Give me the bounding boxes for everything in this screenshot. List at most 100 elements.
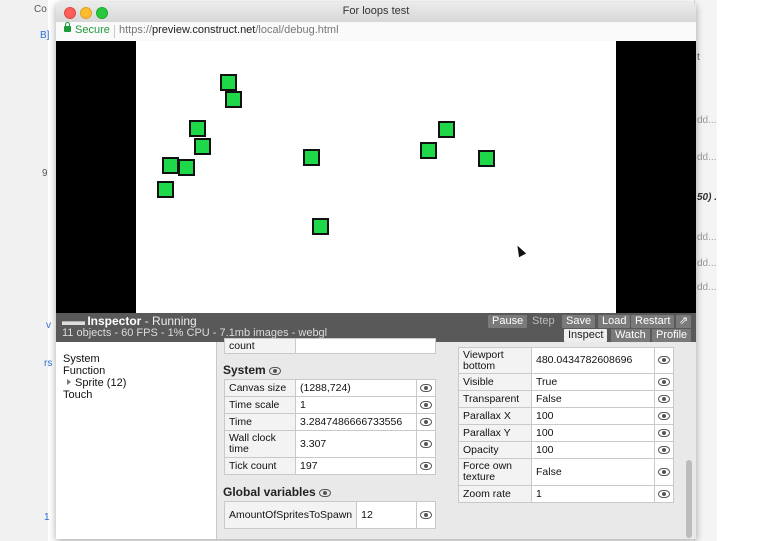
mouse-cursor-icon [513,243,527,258]
sprite [438,121,455,138]
preview-window: For loops test Secure https://preview.co… [56,2,696,539]
tab-watch[interactable]: Watch [611,329,650,342]
eye-icon[interactable] [269,366,282,375]
tree-item-sprite[interactable]: Sprite (12) [67,377,126,389]
bg-fragment: dd... [697,282,717,293]
bg-fragment: rs [44,358,53,369]
save-button[interactable]: Save [562,315,596,328]
background-left-panel: Co B] 9 v rs 1 [0,0,52,541]
property-value[interactable]: 100 [531,407,655,425]
global-variables-label: Global variables [223,485,316,499]
property-label: Viewport bottom [458,347,532,374]
property-value: (1288,724) [295,379,417,397]
property-value[interactable]: 1 [531,485,655,503]
property-value [295,338,436,354]
inspector-body: System Function Sprite (12) Touch count … [56,338,696,539]
bg-fragment: 50) . [697,192,718,203]
eye-icon[interactable] [658,428,670,437]
eye-icon[interactable] [319,488,332,497]
property-value: 3.307 [295,430,417,458]
sprite [157,181,174,198]
system-section-label: System [223,363,266,377]
drag-handle-icon[interactable]: ▬▬ [62,314,85,328]
property-label: AmountOfSpritesToSpawn [223,501,358,529]
expand-arrow-icon[interactable] [67,379,71,385]
property-label: Wall clock time [224,430,296,458]
eye-icon[interactable] [420,461,432,470]
eye-icon[interactable] [420,383,432,392]
property-value[interactable]: 100 [531,441,655,459]
sprite [162,157,179,174]
secure-label: Secure [75,24,110,36]
property-label: Zoom rate [458,485,532,503]
tab-inspect[interactable]: Inspect [564,329,608,342]
sprite [312,218,329,235]
game-stage[interactable] [136,41,616,313]
property-label: Parallax X [458,407,532,425]
url-text[interactable]: https://preview.construct.net/local/debu… [119,24,339,36]
load-button[interactable]: Load [598,315,631,328]
tree-item-function[interactable]: Function [63,365,105,377]
property-label: Time [224,413,296,431]
property-label: Tick count [224,457,296,475]
sprite [189,120,206,137]
pause-button[interactable]: Pause [488,315,528,328]
system-property-table: Canvas size (1288,724) Time scale 1 Time 3.… [224,379,436,475]
bg-fragment: dd... [697,152,717,163]
sprite [420,142,437,159]
inspector-scrollbar[interactable] [686,460,692,538]
eye-icon[interactable] [658,377,670,386]
sprite [225,91,242,108]
property-value[interactable]: 1 [295,396,417,414]
property-label: Visible [458,373,532,391]
eye-icon[interactable] [420,417,432,426]
bg-fragment: B] [40,30,50,41]
bg-fragment: t [697,52,700,63]
property-label: count [224,338,296,354]
url-path: /local/debug.html [255,24,339,36]
eye-icon[interactable] [658,489,670,498]
eye-icon[interactable] [658,445,670,454]
property-label: Canvas size [224,379,296,397]
url-scheme: https:// [119,24,153,36]
window-title: For loops test [342,5,410,17]
object-tree: System Function Sprite (12) Touch [56,342,217,539]
eye-icon[interactable] [658,467,670,476]
property-value: 3.2847486666733556 [295,413,417,431]
sprite [478,150,495,167]
property-label: Time scale [224,396,296,414]
restart-button[interactable]: Restart [631,315,675,328]
property-value[interactable]: True [531,373,655,391]
eye-icon[interactable] [658,356,670,365]
background-right-panel: t dd... 50) . dd... dd... dd... dd... [694,0,717,541]
bg-fragment: dd... [697,115,717,126]
global-variables-table: AmountOfSpritesToSpawn 12 [223,501,436,529]
url-host: preview.construct.net [152,24,256,36]
property-value: 480.0434782608696 [531,347,655,374]
property-value: 197 [295,457,417,475]
property-value[interactable]: False [531,390,655,408]
tree-item-sprite-label: Sprite (12) [75,377,127,389]
property-label: Opacity [458,441,532,459]
property-value[interactable]: False [531,458,655,486]
eye-icon[interactable] [420,439,432,448]
property-value[interactable]: 12 [356,501,417,529]
eye-icon[interactable] [420,510,432,519]
property-value[interactable]: 100 [531,424,655,442]
tree-item-system[interactable]: System [63,353,100,365]
address-bar[interactable]: Secure https://preview.construct.net/loc… [56,22,696,42]
eye-icon[interactable] [420,400,432,409]
eye-icon[interactable] [658,394,670,403]
eye-icon[interactable] [658,411,670,420]
lock-icon [64,22,71,32]
tab-profile[interactable]: Profile [652,329,692,342]
game-canvas-area[interactable] [56,41,696,313]
inspector-title-label: Inspector [87,314,142,328]
bg-fragment: v [46,320,51,331]
bg-fragment: dd... [697,232,717,243]
sprite [194,138,211,155]
inspector-title: ▬▬ Inspector - Running [62,314,197,328]
tree-item-touch[interactable]: Touch [63,389,92,401]
step-button[interactable]: Step [528,315,559,328]
popout-icon[interactable]: ⇗ [676,315,692,328]
